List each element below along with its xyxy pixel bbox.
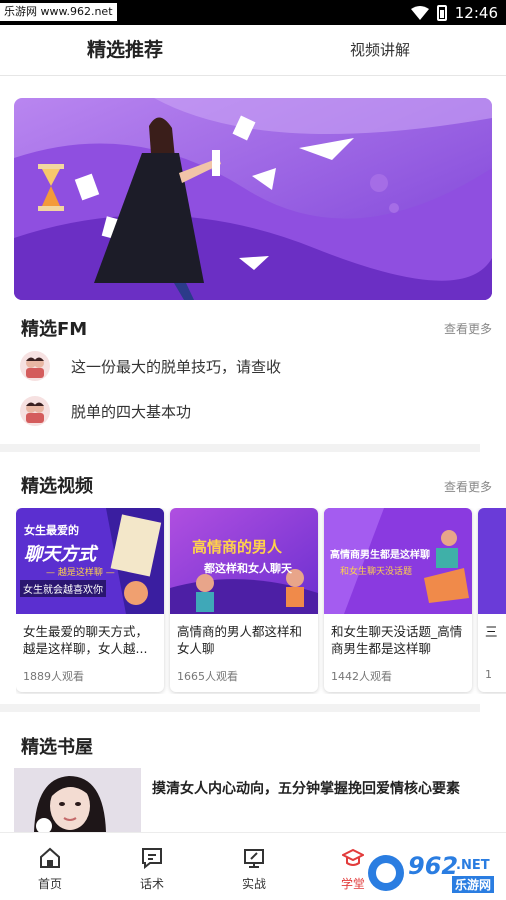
- status-time: 12:46: [454, 3, 498, 22]
- video-title: 女生最爱的聊天方式，越是这样聊，女人越...: [23, 624, 149, 656]
- book-section-title: 精选书屋: [21, 737, 93, 758]
- chat-icon: [142, 848, 162, 869]
- video-thumbnail: 高情商的男人 都这样和女人聊天: [170, 508, 318, 614]
- book-title[interactable]: 摸清女人内心动向，五分钟掌握挽回爱情核心要素: [152, 779, 492, 799]
- thumb-text: 高情商男生都是这样聊: [330, 550, 430, 561]
- thumb-text: 女生最爱的: [24, 524, 79, 537]
- video-more-link[interactable]: 查看更多: [444, 478, 492, 495]
- video-title: 和女生聊天没话题_高情商男生都是这样聊: [331, 624, 463, 656]
- fm-more-link[interactable]: 查看更多: [444, 320, 492, 337]
- top-tabs: 精选推荐 视频讲解: [0, 25, 506, 76]
- monitor-icon: [244, 849, 264, 868]
- couple-avatar-icon: [20, 396, 50, 426]
- video-section-title: 精选视频: [21, 476, 93, 497]
- video-views: 1889人观看: [23, 670, 84, 683]
- fm-list-item[interactable]: 脱单的四大基本功: [20, 395, 490, 427]
- tab-video-lectures[interactable]: 视频讲解: [320, 25, 440, 76]
- banner-carousel[interactable]: [14, 98, 492, 300]
- book-cover-image[interactable]: [14, 768, 141, 832]
- fm-item-title: 脱单的四大基本功: [71, 402, 192, 421]
- thumb-text: 和女生聊天没话题: [340, 567, 413, 577]
- video-card[interactable]: 女生最爱的 聊天方式 — 越是这样聊 — 女生就会越喜欢你 女生最爱的聊天方式，…: [16, 508, 164, 692]
- video-card[interactable]: 三 1: [478, 508, 506, 692]
- logo-caption: 乐游网: [452, 876, 495, 893]
- nav-item-home[interactable]: 首页: [15, 833, 85, 900]
- thumb-text: 聊天方式: [24, 544, 96, 565]
- video-carousel[interactable]: 女生最爱的 聊天方式 — 越是这样聊 — 女生就会越喜欢你 女生最爱的聊天方式，…: [16, 508, 506, 694]
- fm-item-title: 这一份最大的脱单技巧，请查收: [71, 357, 282, 376]
- couple-avatar-icon: [20, 351, 50, 381]
- thumb-text: 女生就会越喜欢你: [20, 580, 106, 597]
- fm-list-item[interactable]: 这一份最大的脱单技巧，请查收: [20, 350, 490, 382]
- wifi-icon: [410, 5, 429, 20]
- thumb-text: 高情商的男人: [192, 538, 283, 556]
- battery-icon: [436, 4, 447, 21]
- video-thumbnail: 高情商男生都是这样聊 和女生聊天没话题: [324, 508, 472, 614]
- section-divider: [0, 704, 480, 712]
- graduation-cap-icon: [342, 848, 364, 866]
- logo-suffix: .NET: [456, 858, 490, 873]
- thumb-text: — 越是这样聊 —: [46, 568, 115, 578]
- home-icon: [40, 847, 60, 868]
- video-views: 1665人观看: [177, 670, 238, 683]
- video-views: 1: [485, 668, 492, 681]
- logo-text: 962: [408, 852, 459, 880]
- nav-item-practice[interactable]: 实战: [219, 833, 289, 900]
- video-card[interactable]: 高情商男生都是这样聊 和女生聊天没话题 和女生聊天没话题_高情商男生都是这样聊 …: [324, 508, 472, 692]
- thumb-text: 都这样和女人聊天: [204, 562, 292, 575]
- watermark: 乐游网 www.962.net: [0, 3, 117, 21]
- site-logo-overlay: 962 .NET 乐游网: [364, 850, 504, 896]
- video-title: 三: [485, 624, 498, 639]
- video-title: 高情商的男人都这样和女人聊: [177, 624, 303, 656]
- fm-section-title: 精选FM: [21, 319, 88, 340]
- nav-label: 话术: [139, 877, 164, 891]
- section-divider: [0, 444, 480, 452]
- tab-featured[interactable]: 精选推荐: [60, 25, 190, 76]
- status-bar: 乐游网 www.962.net 12:46: [0, 0, 506, 25]
- status-icons: 12:46: [410, 0, 498, 25]
- nav-label: 首页: [37, 877, 62, 891]
- video-thumbnail: [478, 508, 506, 614]
- video-card[interactable]: 高情商的男人 都这样和女人聊天 高情商的男人都这样和女人聊 1665人观看: [170, 508, 318, 692]
- banner-illustration: [14, 98, 492, 300]
- nav-item-scripts[interactable]: 话术: [117, 833, 187, 900]
- nav-label: 实战: [241, 877, 266, 891]
- video-thumbnail: 女生最爱的 聊天方式 — 越是这样聊 — 女生就会越喜欢你: [16, 508, 164, 614]
- video-views: 1442人观看: [331, 670, 392, 683]
